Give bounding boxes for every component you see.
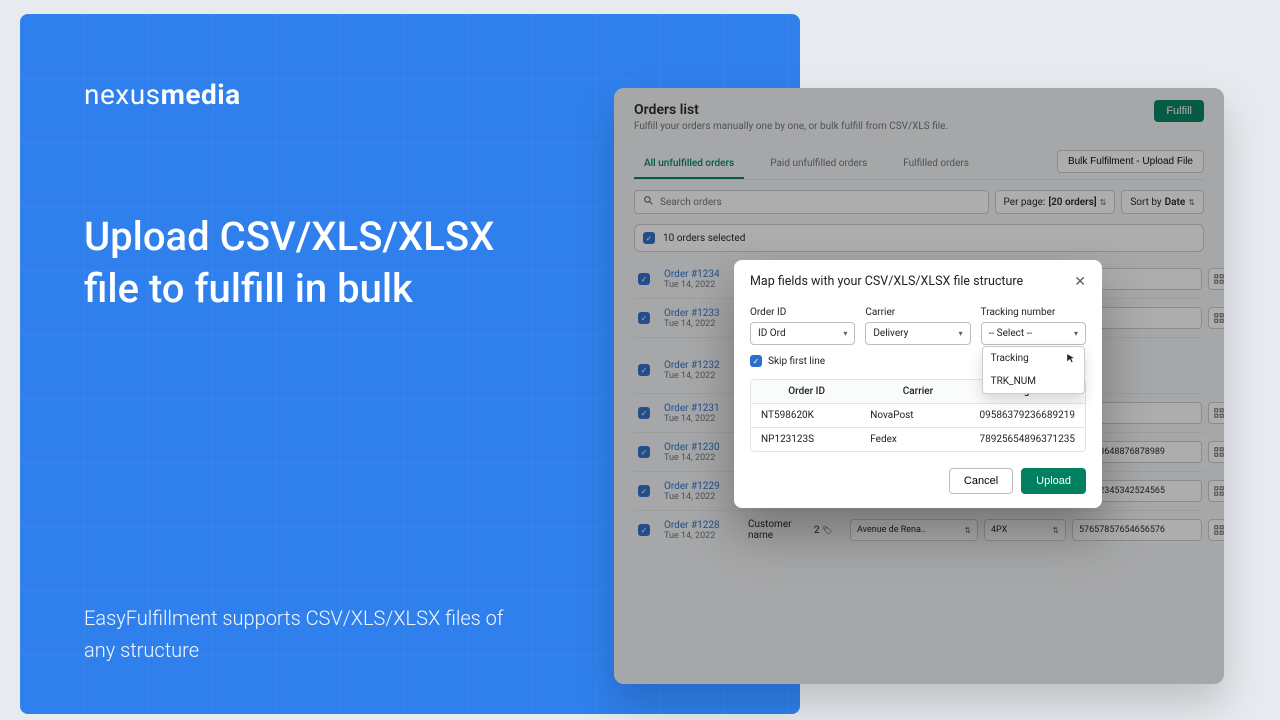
tracking-dropdown: Tracking TRK_NUM [982,346,1085,394]
app-window: Orders list Fulfill your orders manually… [614,88,1224,684]
brand-prefix: nexus [84,78,161,111]
skip-first-line-label: Skip first line [768,356,825,367]
dropdown-option-trknum[interactable]: TRK_NUM [983,370,1084,393]
brand-bold: media [161,78,241,111]
cancel-button[interactable]: Cancel [949,468,1013,494]
order-id-label: Order ID [750,307,855,318]
chevron-down-icon: ▾ [959,329,963,338]
modal-title: Map fields with your CSV/XLS/XLSX file s… [750,274,1023,289]
headline: Upload CSV/XLS/XLSX file to fulfill in b… [84,211,504,315]
order-id-select[interactable]: ID Ord▾ [750,322,855,345]
upload-button[interactable]: Upload [1021,468,1086,494]
subline: EasyFulfillment supports CSV/XLS/XLSX fi… [84,602,504,666]
tracking-label: Tracking number [981,307,1086,318]
map-fields-modal: Map fields with your CSV/XLS/XLSX file s… [734,260,1102,508]
skip-first-line-checkbox[interactable]: ✓ [750,355,762,367]
carrier-label: Carrier [865,307,970,318]
cursor-icon [1065,353,1076,364]
close-icon[interactable]: ✕ [1074,275,1086,289]
carrier-select[interactable]: Delivery▾ [865,322,970,345]
tracking-select[interactable]: -- Select --▾ Tracking TRK_NUM [981,322,1086,345]
chevron-down-icon: ▾ [843,329,847,338]
dropdown-option-tracking[interactable]: Tracking [983,347,1084,370]
chevron-down-icon: ▾ [1074,329,1078,338]
